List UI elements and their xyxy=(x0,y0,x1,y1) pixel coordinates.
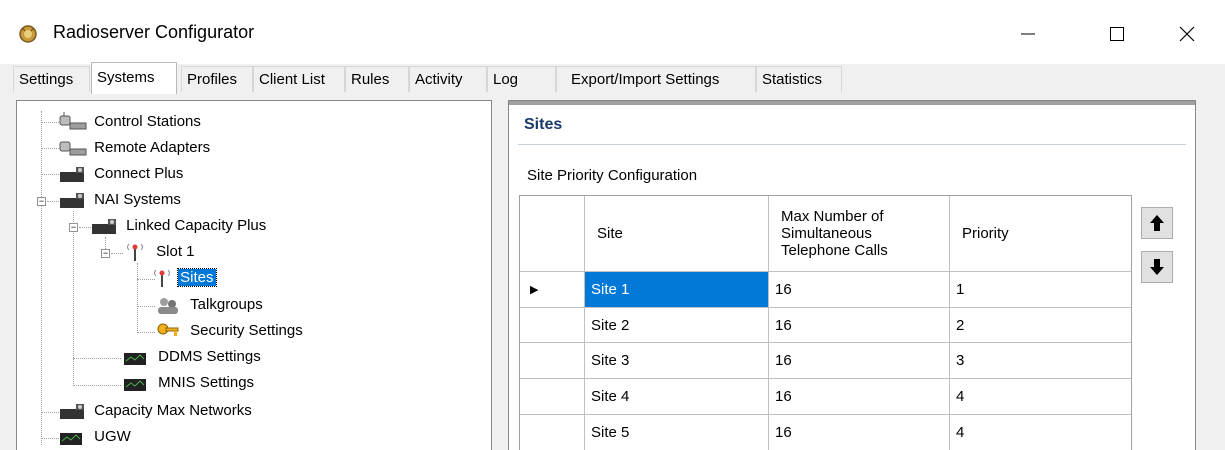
app-logo-icon xyxy=(19,25,37,43)
panel-top-border xyxy=(509,101,1195,105)
tab-client-list[interactable]: Client List xyxy=(253,66,345,92)
table-cell-max-calls[interactable]: 16 xyxy=(769,308,950,343)
column-header-priority[interactable]: Priority xyxy=(950,196,1131,272)
tree-item-label: Capacity Max Networks xyxy=(94,402,252,419)
panel-title-divider xyxy=(518,144,1186,145)
tab-profiles[interactable]: Profiles xyxy=(181,66,253,92)
monitor-icon xyxy=(124,379,146,392)
tree-item-label: Talkgroups xyxy=(190,296,263,313)
table-cell-priority[interactable]: 1 xyxy=(950,272,1131,308)
row-header[interactable] xyxy=(520,379,585,415)
table-cell-site[interactable]: Site 4 xyxy=(585,379,769,415)
maximize-button[interactable] xyxy=(1094,14,1140,54)
antenna-icon xyxy=(154,269,170,288)
control-station-icon xyxy=(59,112,87,130)
arrow-down-icon xyxy=(1150,259,1164,275)
tree-item-connect-plus[interactable]: Connect Plus xyxy=(58,163,185,185)
tree-item-label: MNIS Settings xyxy=(158,374,255,391)
table-cell-priority[interactable]: 2 xyxy=(950,308,1131,343)
table-cell-max-calls[interactable]: 16 xyxy=(769,272,950,308)
tree-item-remote-adapters[interactable]: Remote Adapters xyxy=(58,137,212,159)
tree-item-label: Control Stations xyxy=(94,113,201,130)
table-cell-site[interactable]: Site 5 xyxy=(585,415,769,450)
network-device-icon xyxy=(60,193,84,209)
antenna-icon xyxy=(127,243,143,262)
table-cell-priority[interactable]: 4 xyxy=(950,379,1131,415)
tree-item-security-settings[interactable]: Security Settings xyxy=(154,320,305,342)
header-line: Simultaneous xyxy=(781,225,872,242)
tree-item-nai-systems[interactable]: NAI Systems xyxy=(58,189,183,211)
arrow-up-icon xyxy=(1150,215,1164,231)
column-header-max-calls[interactable]: Max Number of Simultaneous Telephone Cal… xyxy=(769,196,950,272)
nai-systems-expander[interactable]: − xyxy=(37,197,46,206)
table-cell-max-calls[interactable]: 16 xyxy=(769,415,950,450)
tree-item-label: NAI Systems xyxy=(94,191,181,208)
network-device-icon xyxy=(60,167,84,183)
table-cell-priority[interactable]: 4 xyxy=(950,415,1131,450)
maximize-icon xyxy=(1110,27,1124,41)
tree-item-slot-1[interactable]: Slot 1 xyxy=(120,241,197,263)
tree-item-mnis-settings[interactable]: MNIS Settings xyxy=(122,372,256,394)
tree-item-control-stations[interactable]: Control Stations xyxy=(58,111,203,133)
tree-item-label: UGW xyxy=(94,428,131,445)
close-icon xyxy=(1179,26,1195,42)
row-header[interactable] xyxy=(520,415,585,450)
tab-export-import-settings[interactable]: Export/Import Settings xyxy=(556,66,756,92)
tree-item-label: Sites xyxy=(177,268,217,287)
window-title: Radioserver Configurator xyxy=(53,22,255,42)
talkgroup-icon xyxy=(158,298,178,315)
panel-title: Sites xyxy=(524,116,563,133)
tree-item-label: Security Settings xyxy=(190,322,303,339)
monitor-icon xyxy=(124,353,146,366)
tree-item-label: Linked Capacity Plus xyxy=(126,217,267,234)
row-header-corner xyxy=(520,196,585,272)
key-icon xyxy=(157,323,179,337)
tree-item-label: DDMS Settings xyxy=(158,348,261,365)
section-label: Site Priority Configuration xyxy=(527,167,698,184)
tree-item-ugw[interactable]: UGW xyxy=(58,426,133,448)
move-down-button[interactable] xyxy=(1141,251,1173,283)
tree-item-label: Slot 1 xyxy=(156,243,195,260)
move-up-button[interactable] xyxy=(1141,207,1173,239)
site-priority-grid[interactable]: Site Max Number of Simultaneous Telephon… xyxy=(519,195,1132,450)
network-device-icon xyxy=(60,404,84,420)
minimize-button[interactable] xyxy=(1005,14,1051,54)
table-cell-priority[interactable]: 3 xyxy=(950,343,1131,379)
tab-log[interactable]: Log xyxy=(487,66,556,92)
table-cell-site[interactable]: Site 1 xyxy=(585,272,769,308)
table-cell-max-calls[interactable]: 16 xyxy=(769,379,950,415)
tree-item-capacity-max-networks[interactable]: Capacity Max Networks xyxy=(58,400,254,422)
monitor-icon xyxy=(60,433,82,446)
header-line: Telephone Calls xyxy=(781,242,888,259)
tree-item-label: Connect Plus xyxy=(94,165,184,182)
title-bar: Radioserver Configurator xyxy=(0,0,1225,64)
tree-item-sites[interactable]: Sites xyxy=(150,267,217,289)
tab-rules[interactable]: Rules xyxy=(345,66,409,92)
table-cell-site[interactable]: Site 2 xyxy=(585,308,769,343)
tree-item-label: Remote Adapters xyxy=(94,139,211,156)
slot-1-expander[interactable]: − xyxy=(101,249,110,258)
row-header-current[interactable]: ▶ xyxy=(520,272,585,308)
tree-item-ddms-settings[interactable]: DDMS Settings xyxy=(122,346,263,368)
table-cell-max-calls[interactable]: 16 xyxy=(769,343,950,379)
network-device-icon xyxy=(92,219,116,235)
tree-item-linked-capacity-plus[interactable]: Linked Capacity Plus xyxy=(90,215,268,237)
row-header[interactable] xyxy=(520,308,585,343)
column-header-site[interactable]: Site xyxy=(585,196,769,272)
tree-item-talkgroups[interactable]: Talkgroups xyxy=(154,294,265,316)
minimize-icon xyxy=(1021,33,1035,35)
tab-activity[interactable]: Activity xyxy=(409,66,487,92)
table-cell-site[interactable]: Site 3 xyxy=(585,343,769,379)
tab-statistics[interactable]: Statistics xyxy=(756,66,842,92)
close-button[interactable] xyxy=(1164,14,1210,54)
remote-adapter-icon xyxy=(59,141,87,156)
tab-systems[interactable]: Systems xyxy=(91,62,177,94)
linked-capacity-plus-expander[interactable]: − xyxy=(69,223,78,232)
header-line: Max Number of xyxy=(781,208,884,225)
row-header[interactable] xyxy=(520,343,585,379)
tab-settings[interactable]: Settings xyxy=(13,66,90,92)
